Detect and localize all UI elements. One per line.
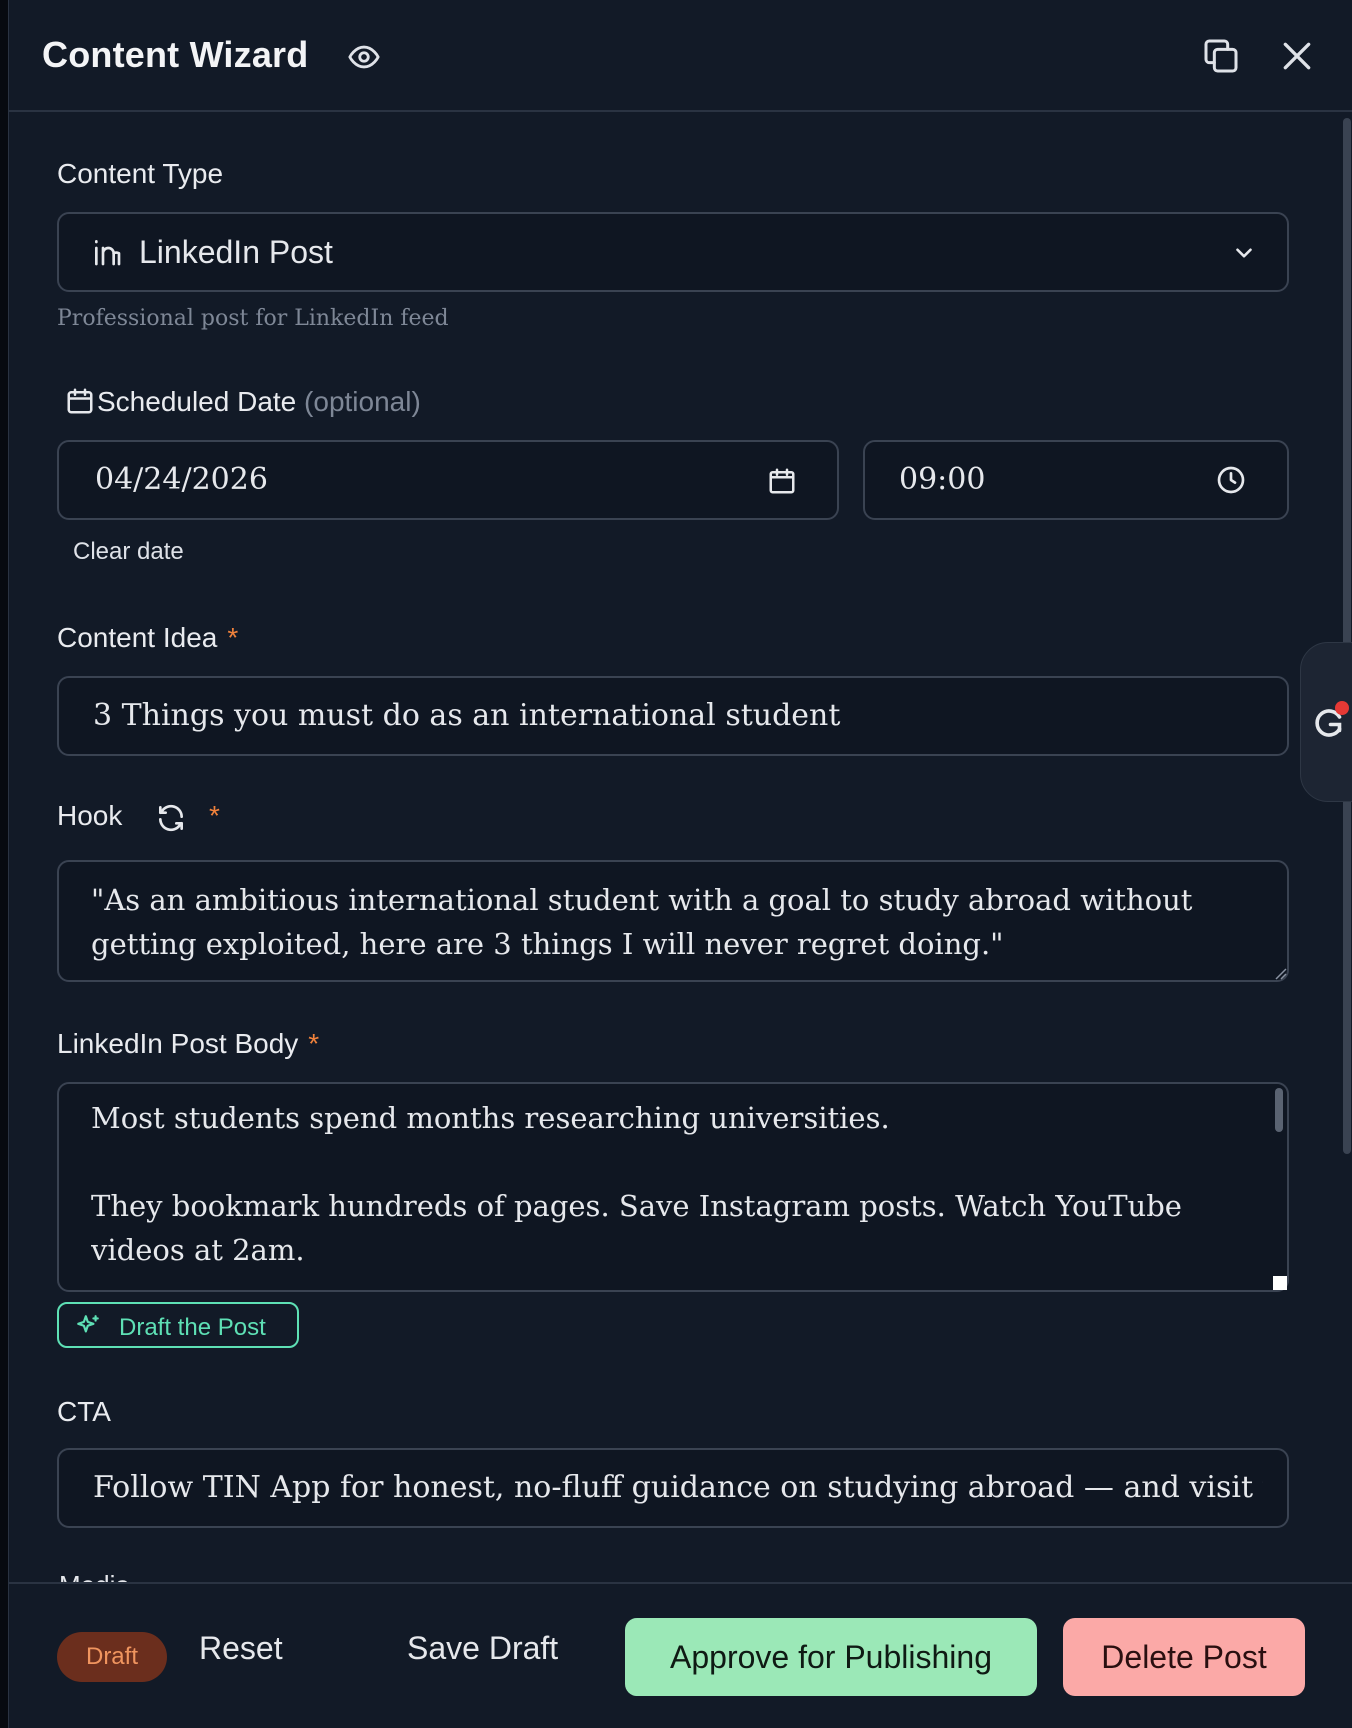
delete-post-button[interactable]: Delete Post	[1063, 1618, 1305, 1696]
clear-date-button[interactable]: Clear date	[73, 538, 184, 566]
time-value: 09:00	[899, 462, 986, 497]
required-asterisk: *	[308, 1028, 320, 1059]
refresh-icon[interactable]	[155, 802, 187, 834]
content-type-helper: Professional post for LinkedIn feed	[57, 306, 449, 331]
chevron-down-icon	[1236, 248, 1252, 258]
hook-textarea-box[interactable]	[57, 860, 1289, 982]
scheduled-date-label: Scheduled Date (optional)	[97, 386, 421, 418]
content-type-label: Content Type	[57, 158, 224, 189]
time-input[interactable]: 09:00	[863, 440, 1289, 520]
draft-the-post-label: Draft the Post	[119, 1314, 266, 1341]
post-body-label-text: LinkedIn Post Body	[57, 1028, 299, 1059]
cta-value: Follow TIN App for honest, no-fluff guid…	[93, 1470, 1263, 1505]
eye-icon[interactable]	[347, 40, 381, 74]
hook-required: *	[209, 800, 220, 832]
post-body-textarea[interactable]	[91, 1096, 1251, 1286]
date-input[interactable]: 04/24/2026	[57, 440, 839, 520]
hook-label: Hook	[57, 800, 123, 831]
save-draft-button[interactable]: Save Draft	[407, 1630, 558, 1667]
panel-scrollbar-thumb[interactable]	[1343, 118, 1351, 1154]
resize-handle-icon[interactable]	[1273, 1276, 1287, 1290]
textarea-scrollbar-thumb[interactable]	[1275, 1088, 1283, 1132]
content-idea-input[interactable]: 3 Things you must do as an international…	[57, 676, 1289, 756]
background-edge	[0, 0, 8, 1728]
scheduled-date-label-text: Scheduled Date	[97, 386, 297, 417]
date-value: 04/24/2026	[95, 462, 268, 497]
wizard-form	[9, 114, 1352, 1582]
required-asterisk: *	[209, 800, 220, 831]
content-idea-label: Content Idea *	[57, 622, 238, 654]
clock-icon[interactable]	[1215, 464, 1247, 496]
panel-footer: Draft Reset Save Draft Approve for Publi…	[9, 1582, 1352, 1728]
sparkle-icon	[77, 1315, 99, 1333]
cta-input[interactable]: Follow TIN App for honest, no-fluff guid…	[57, 1448, 1289, 1528]
content-idea-value: 3 Things you must do as an international…	[93, 698, 841, 733]
status-badge: Draft	[57, 1632, 167, 1682]
content-wizard-panel: Content Wizard Content Type LinkedIn Pos…	[8, 0, 1352, 1728]
reset-button[interactable]: Reset	[199, 1630, 283, 1667]
close-icon[interactable]	[1277, 36, 1317, 76]
required-asterisk: *	[227, 622, 239, 653]
calendar-picker-icon[interactable]	[767, 466, 797, 496]
post-body-textarea-box[interactable]	[57, 1082, 1289, 1292]
panel-title: Content Wizard	[42, 34, 309, 75]
calendar-icon	[67, 388, 93, 414]
linkedin-icon	[95, 240, 121, 266]
content-type-value: LinkedIn Post	[139, 234, 333, 270]
resize-handle-icon[interactable]	[1273, 966, 1287, 980]
copy-icon[interactable]	[1201, 36, 1241, 76]
panel-header: Content Wizard	[9, 0, 1352, 112]
hook-textarea[interactable]	[91, 878, 1271, 972]
content-type-select[interactable]: LinkedIn Post	[57, 212, 1289, 292]
notification-dot	[1335, 701, 1349, 715]
cta-label: CTA	[57, 1396, 111, 1427]
content-idea-label-text: Content Idea	[57, 622, 218, 653]
draft-the-post-button[interactable]: Draft the Post	[57, 1302, 299, 1348]
approve-for-publishing-button[interactable]: Approve for Publishing	[625, 1618, 1037, 1696]
assistant-side-widget[interactable]	[1300, 642, 1352, 802]
post-body-label: LinkedIn Post Body *	[57, 1028, 319, 1060]
media-label: Media	[59, 1570, 130, 1582]
optional-tag: (optional)	[304, 386, 421, 417]
